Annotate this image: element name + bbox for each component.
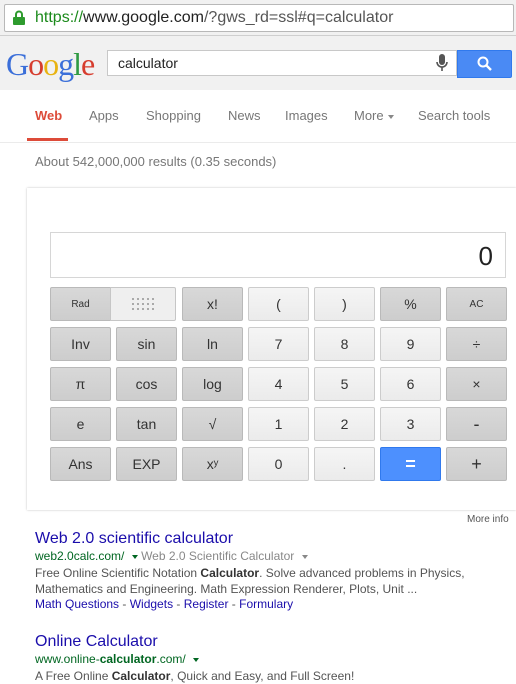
- key-ln[interactable]: ln: [182, 327, 243, 361]
- results-count: About 542,000,000 results (0.35 seconds): [35, 154, 277, 169]
- key-equals[interactable]: =: [380, 447, 441, 481]
- key-0[interactable]: 0: [248, 447, 309, 481]
- caret-down-icon: [387, 114, 394, 119]
- key-percent[interactable]: %: [380, 287, 441, 321]
- sitelink-math-questions[interactable]: Math Questions: [35, 597, 119, 611]
- result-url-text-1: web2.0calc.com/: [35, 549, 125, 563]
- key-multiply[interactable]: ×: [446, 367, 507, 401]
- search-input[interactable]: [116, 54, 420, 72]
- tab-search-tools[interactable]: Search tools: [418, 108, 490, 123]
- key-ans[interactable]: Ans: [50, 447, 111, 481]
- key-divide[interactable]: ÷: [446, 327, 507, 361]
- key-clear[interactable]: AC: [446, 287, 507, 321]
- key-exp[interactable]: EXP: [116, 447, 177, 481]
- caret-down-icon[interactable]: [193, 657, 200, 662]
- key-tan[interactable]: tan: [116, 407, 177, 441]
- browser-address-bar: https://www.google.com/?gws_rd=ssl#q=cal…: [0, 0, 516, 36]
- microphone-icon[interactable]: [436, 54, 448, 72]
- key-sin[interactable]: sin: [116, 327, 177, 361]
- key-subtract[interactable]: -: [446, 407, 507, 441]
- tab-more-label: More: [354, 108, 384, 123]
- more-info-link[interactable]: More info: [467, 514, 509, 525]
- search-box: [107, 50, 457, 76]
- calculator-display: 0: [50, 232, 506, 278]
- result-title-1[interactable]: Web 2.0 scientific calculator: [35, 530, 233, 548]
- tab-more[interactable]: More: [354, 108, 394, 123]
- tab-apps[interactable]: Apps: [89, 108, 119, 123]
- key-rad[interactable]: Rad: [50, 287, 111, 321]
- tab-web[interactable]: Web: [35, 108, 62, 123]
- key-2[interactable]: 2: [314, 407, 375, 441]
- key-log[interactable]: log: [182, 367, 243, 401]
- tab-news[interactable]: News: [228, 108, 261, 123]
- search-icon: [477, 56, 492, 71]
- key-power[interactable]: xʸ: [182, 447, 243, 481]
- caret-down-icon[interactable]: [131, 554, 138, 559]
- url-field[interactable]: https://www.google.com/?gws_rd=ssl#q=cal…: [4, 4, 514, 32]
- tab-images[interactable]: Images: [285, 108, 328, 123]
- search-button[interactable]: [457, 50, 512, 78]
- display-value: 0: [478, 241, 493, 271]
- key-cos[interactable]: cos: [116, 367, 177, 401]
- result-url-1: web2.0calc.com/ Web 2.0 Scientific Calcu…: [35, 549, 308, 563]
- google-logo[interactable]: Google: [6, 46, 95, 83]
- result-url-2: www.online-calculator.com/: [35, 652, 200, 666]
- key-6[interactable]: 6: [380, 367, 441, 401]
- key-add[interactable]: +: [446, 447, 507, 481]
- url-text: https://www.google.com/?gws_rd=ssl#q=cal…: [35, 9, 394, 26]
- result-snippet-1: Free Online Scientific Notation Calculat…: [35, 566, 465, 596]
- caret-down-icon[interactable]: [301, 554, 308, 559]
- key-sqrt[interactable]: √: [182, 407, 243, 441]
- key-9[interactable]: 9: [380, 327, 441, 361]
- key-4[interactable]: 4: [248, 367, 309, 401]
- key-8[interactable]: 8: [314, 327, 375, 361]
- key-1[interactable]: 1: [248, 407, 309, 441]
- key-5[interactable]: 5: [314, 367, 375, 401]
- key-inv[interactable]: Inv: [50, 327, 111, 361]
- sitelink-formulary[interactable]: Formulary: [239, 597, 293, 611]
- sitelink-register[interactable]: Register: [184, 597, 229, 611]
- tab-shopping[interactable]: Shopping: [146, 108, 201, 123]
- key-factorial[interactable]: x!: [182, 287, 243, 321]
- active-tab-underline: [27, 138, 68, 141]
- degree-toggle-icon: [132, 298, 154, 310]
- key-3[interactable]: 3: [380, 407, 441, 441]
- key-decimal[interactable]: .: [314, 447, 375, 481]
- result-title-2[interactable]: Online Calculator: [35, 633, 158, 651]
- key-7[interactable]: 7: [248, 327, 309, 361]
- key-open-paren[interactable]: (: [248, 287, 309, 321]
- key-close-paren[interactable]: ): [314, 287, 375, 321]
- result-crumb-1: Web 2.0 Scientific Calculator: [141, 549, 295, 563]
- key-pi[interactable]: π: [50, 367, 111, 401]
- key-deg[interactable]: [110, 287, 176, 321]
- sitelink-widgets[interactable]: Widgets: [130, 597, 173, 611]
- key-e[interactable]: e: [50, 407, 111, 441]
- result-sitelinks-1: Math Questions - Widgets - Register - Fo…: [35, 597, 294, 611]
- lock-icon: [13, 10, 25, 25]
